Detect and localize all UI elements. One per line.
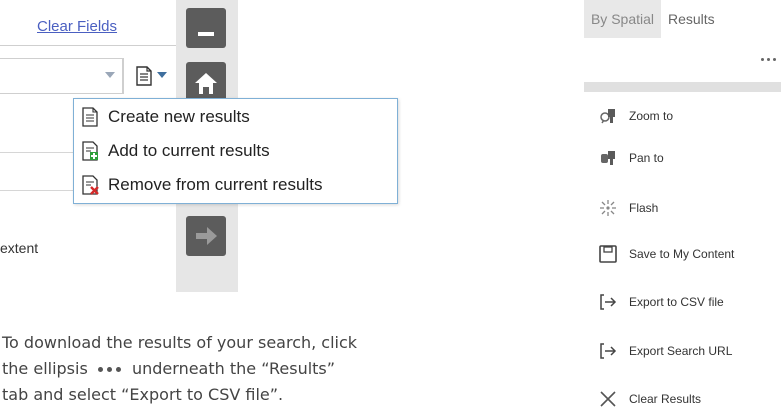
close-icon — [598, 389, 618, 409]
menu-item-pan-to[interactable]: Pan to — [598, 146, 664, 170]
add-document-icon — [80, 141, 100, 161]
instruction-caption: To download the results of your search, … — [2, 330, 362, 408]
menu-item-export-to-csv[interactable]: Export to CSV file — [598, 290, 724, 314]
document-icon — [136, 66, 152, 86]
results-dropdown-menu: Create new results Add to current result… — [73, 98, 398, 204]
menu-item-label: Clear Results — [629, 392, 702, 406]
home-button[interactable] — [186, 62, 226, 102]
home-icon — [195, 73, 217, 94]
menu-item-clear-results[interactable]: Clear Results — [598, 387, 701, 411]
add-to-current-results-item[interactable]: Add to current results — [80, 139, 270, 163]
divider — [123, 58, 124, 94]
menu-item-label: Export Search URL — [629, 344, 733, 358]
save-icon — [598, 244, 618, 264]
export-icon — [598, 341, 618, 361]
dropdown-item-label: Add to current results — [108, 141, 270, 160]
document-icon — [80, 107, 100, 127]
divider — [0, 190, 74, 191]
ellipsis-icon — [93, 365, 127, 375]
export-icon — [598, 292, 618, 312]
pan-to-icon — [598, 148, 618, 168]
tab-by-spatial[interactable]: By Spatial — [584, 0, 661, 38]
arrow-right-icon — [196, 227, 217, 245]
menu-item-flash[interactable]: Flash — [598, 196, 658, 220]
menu-item-label: Save to My Content — [629, 247, 735, 261]
results-more-options-button[interactable] — [759, 54, 781, 66]
remove-from-current-results-item[interactable]: Remove from current results — [80, 173, 322, 197]
menu-item-label: Export to CSV file — [629, 295, 724, 309]
flash-icon — [598, 198, 618, 218]
menu-item-zoom-to[interactable]: Zoom to — [598, 104, 673, 128]
dropdown-item-label: Create new results — [108, 107, 250, 126]
tab-results[interactable]: Results — [668, 0, 715, 38]
minus-icon — [198, 32, 214, 36]
zoom-out-button[interactable] — [186, 8, 226, 48]
chevron-down-icon — [157, 72, 167, 78]
menu-item-label: Zoom to — [629, 109, 674, 123]
clear-fields-link[interactable]: Clear Fields — [37, 18, 117, 35]
chevron-down-icon[interactable] — [105, 72, 115, 78]
dropdown-item-label: Remove from current results — [108, 175, 323, 194]
zoom-to-icon — [598, 106, 618, 126]
menu-item-label: Flash — [629, 201, 659, 215]
remove-document-icon — [80, 175, 100, 195]
menu-item-label: Pan to — [629, 151, 664, 165]
divider — [0, 152, 74, 153]
results-options-button[interactable] — [136, 64, 176, 90]
panel-divider-bar — [584, 82, 781, 92]
menu-item-save-to-my-content[interactable]: Save to My Content — [598, 242, 734, 266]
divider — [0, 45, 176, 46]
next-extent-button[interactable] — [186, 216, 226, 256]
extent-label: extent — [0, 240, 39, 256]
create-new-results-item[interactable]: Create new results — [80, 105, 250, 129]
menu-item-export-search-url[interactable]: Export Search URL — [598, 339, 732, 363]
